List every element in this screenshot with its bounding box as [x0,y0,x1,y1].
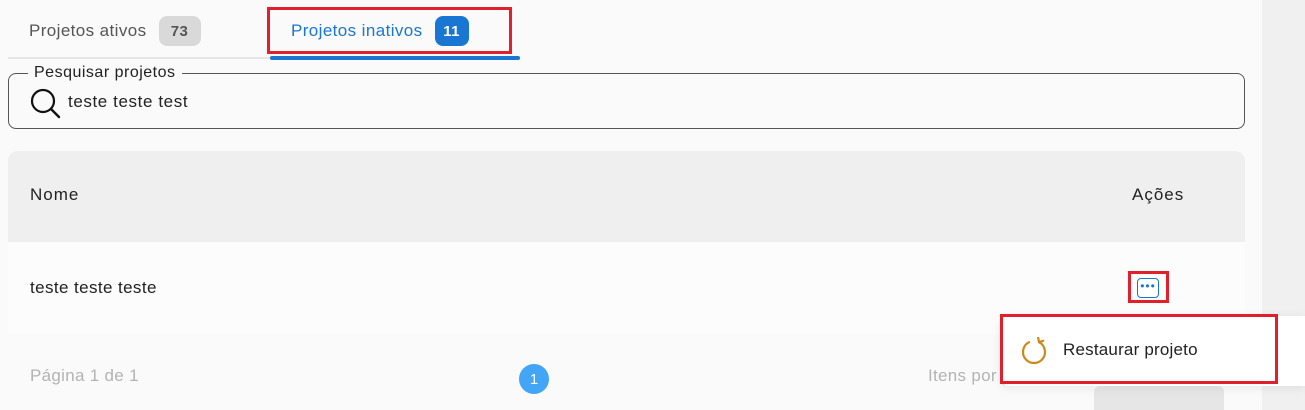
project-name-cell: teste teste teste [30,278,157,297]
highlight-box-more-button [1128,271,1169,303]
search-legend: Pesquisar projetos [28,64,182,82]
menu-item-restaurar-projeto[interactable]: Restaurar projeto [1000,316,1278,386]
tab-label: Projetos ativos [29,21,147,40]
column-header-name: Nome [30,185,80,204]
count-badge: 73 [158,16,201,46]
search-icon [30,88,61,119]
tab-label: Projetos inativos [291,21,423,40]
count-badge: 11 [434,16,469,46]
tab-projetos-ativos[interactable]: Projetos ativos 73 [29,10,201,52]
page-info: Página 1 de 1 [30,366,139,385]
page-button-1[interactable]: 1 [519,364,549,394]
menu-item-label: Restaurar projeto [1063,340,1198,359]
restore-icon [1021,337,1047,365]
column-header-actions: Ações [1132,185,1185,204]
actions-menu: Restaurar projeto [1000,316,1305,386]
active-tab-indicator [270,56,520,60]
table-header: Nome Ações [8,151,1245,242]
search-input[interactable] [68,88,1228,116]
tab-projetos-inativos[interactable]: Projetos inativos 11 [291,10,469,52]
items-per-page-select[interactable] [1094,386,1224,410]
